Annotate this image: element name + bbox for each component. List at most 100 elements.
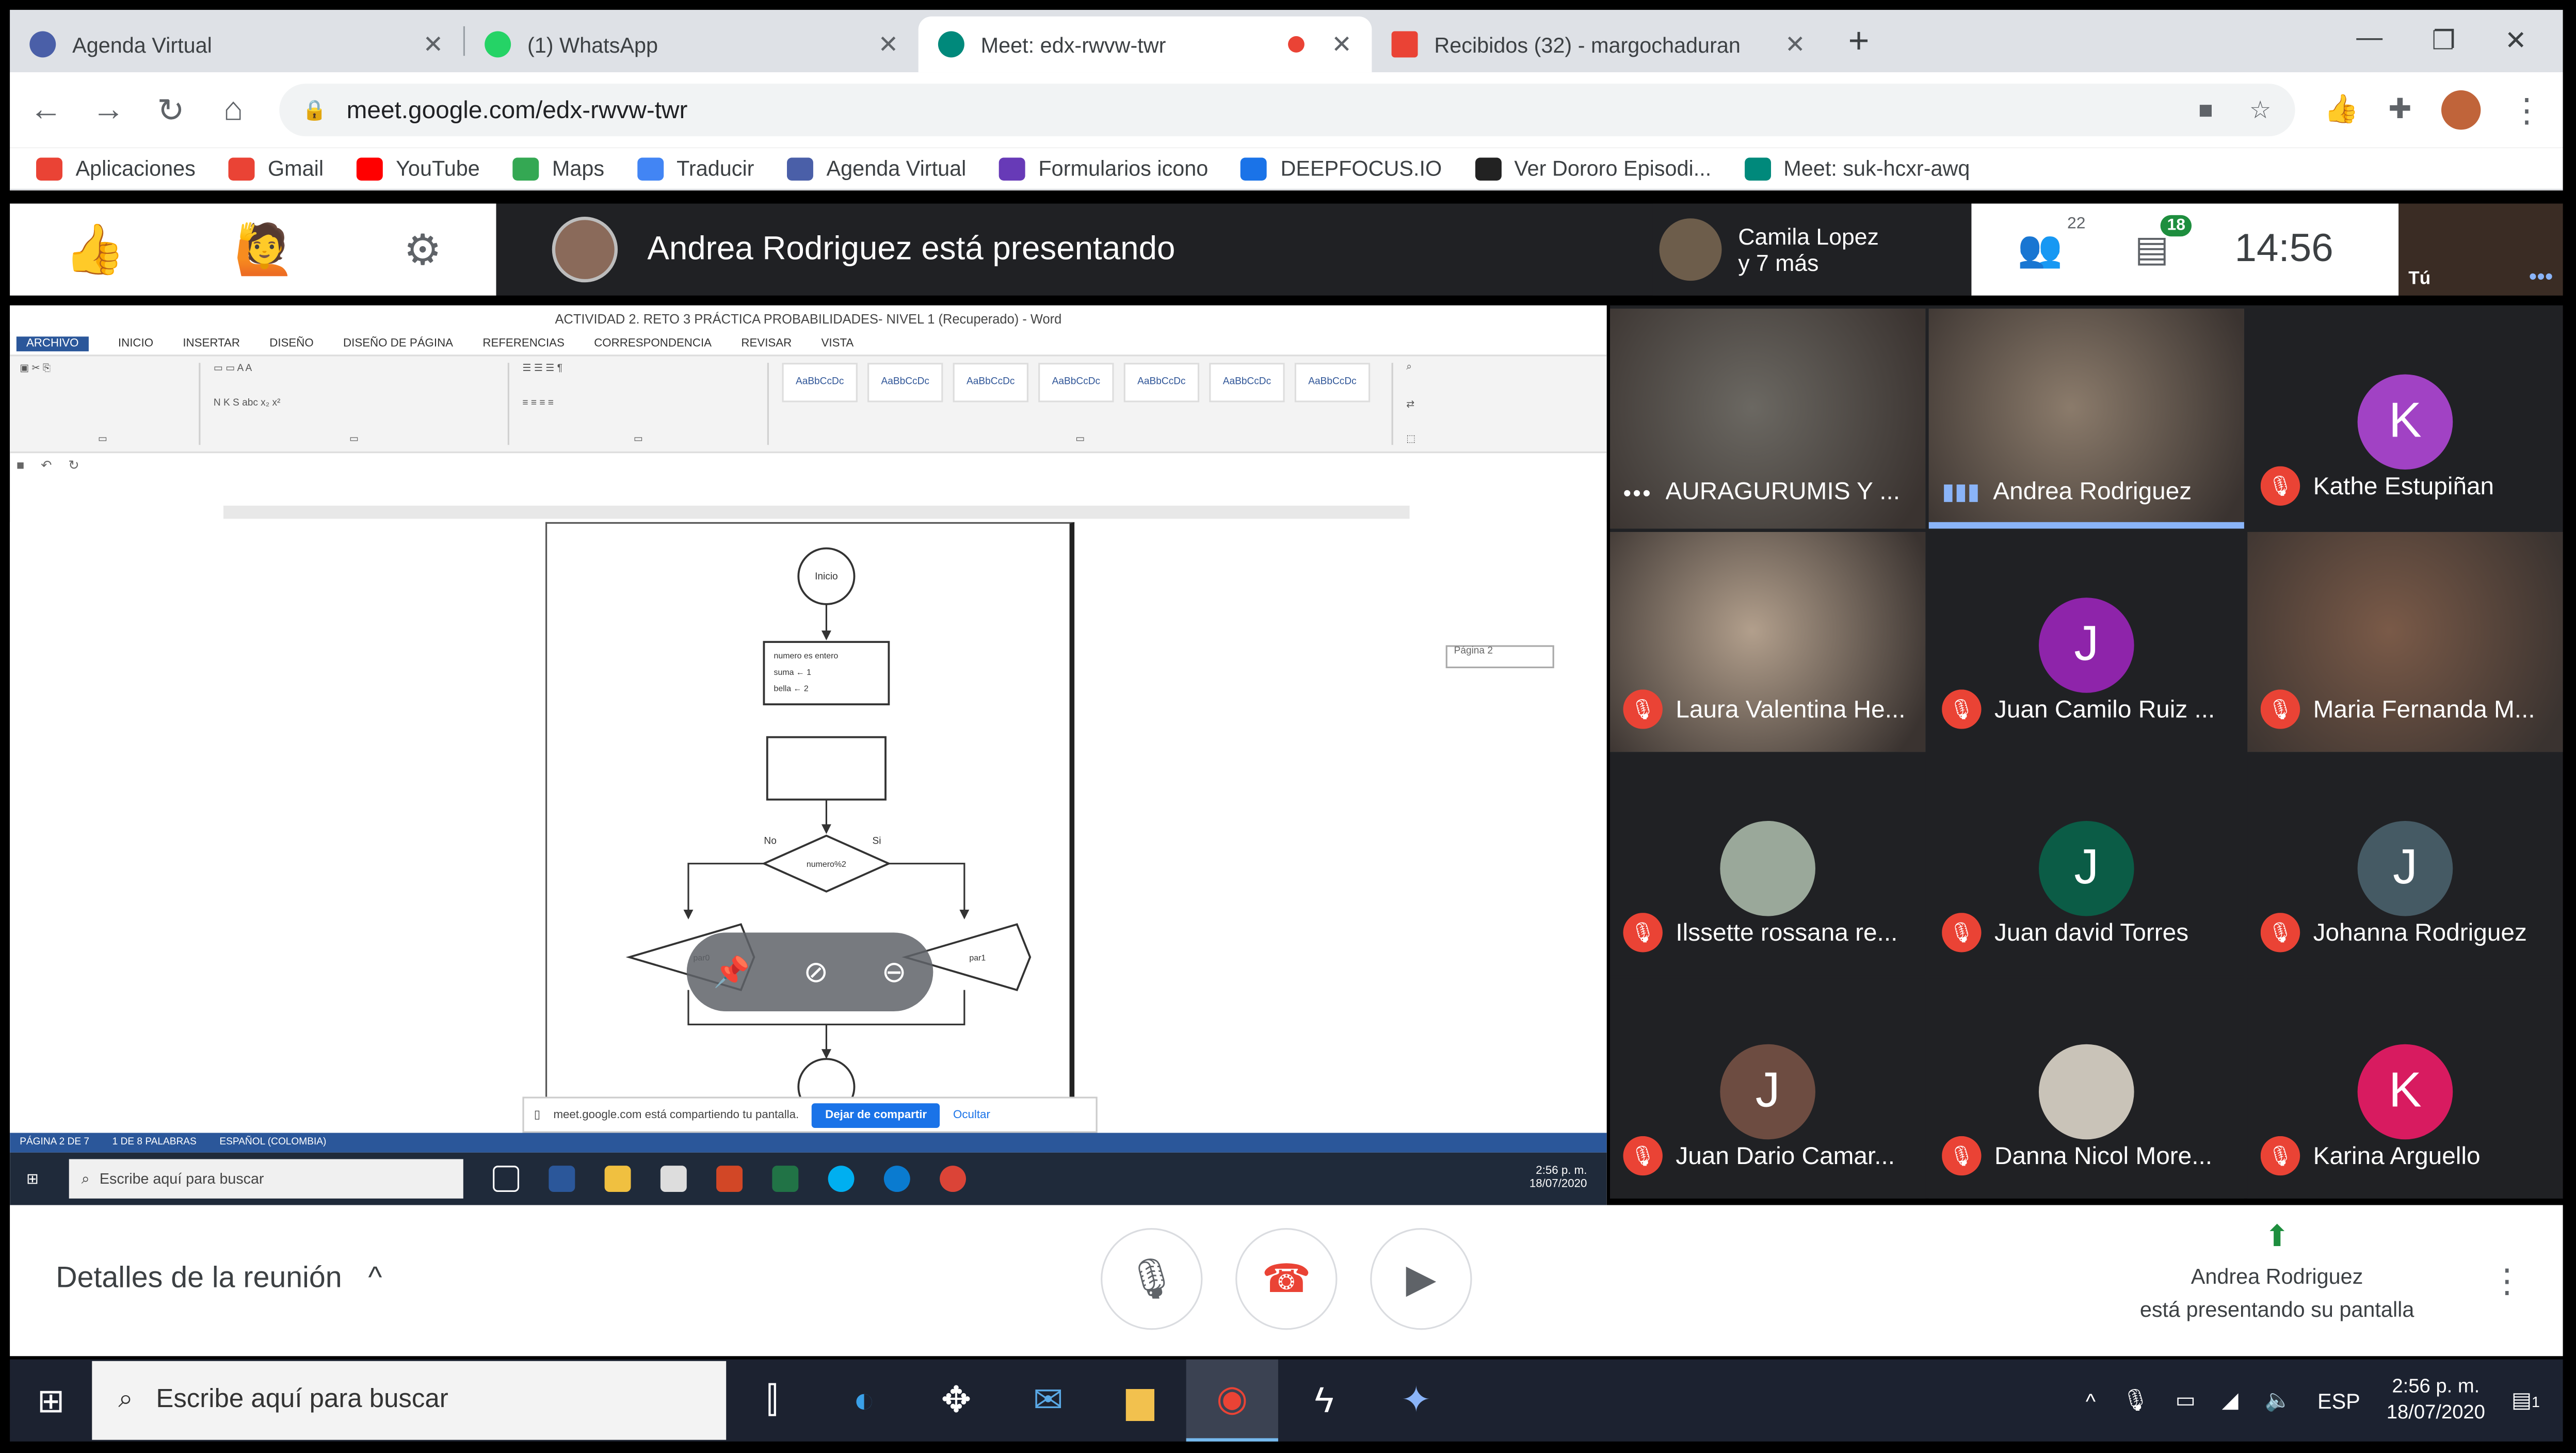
close-window-icon[interactable]: ✕ (2505, 25, 2527, 58)
hang-up-icon: ☎ (1262, 1256, 1311, 1301)
restore-icon[interactable]: ❐ (2432, 25, 2456, 58)
microphone-tray-icon[interactable]: 🎙 (2122, 1387, 2149, 1414)
leave-call-button[interactable]: ☎ (1235, 1228, 1338, 1330)
participant-tile[interactable]: J 🎙 Juan david Torres (1928, 755, 2244, 976)
chrome-icon[interactable]: ◉ (1186, 1359, 1278, 1442)
taskbar-search[interactable]: ⌕ Escribe aquí para buscar (92, 1361, 727, 1440)
mute-overlay-icon[interactable]: ⊘ (803, 955, 828, 989)
battery-icon[interactable]: ▭ (2176, 1387, 2196, 1414)
bookmark-item[interactable]: Meet: suk-hcxr-awq (1744, 156, 1970, 181)
chevron-up-icon[interactable]: ^ (2086, 1388, 2096, 1413)
bookmark-item[interactable]: Aplicaciones (36, 156, 196, 181)
other-participants[interactable]: Camila Lopez y 7 más (1652, 203, 1972, 296)
language-indicator[interactable]: ESP (2317, 1388, 2360, 1413)
chat-button[interactable]: ▤ 18 (2135, 215, 2192, 271)
bookmark-icon (228, 156, 255, 180)
back-icon[interactable]: ← (29, 91, 62, 129)
redo-icon[interactable]: ↻ (68, 457, 79, 472)
hide-button[interactable]: Ocultar (953, 1109, 990, 1120)
thumbs-up-icon[interactable]: 👍 (64, 221, 125, 278)
word-tab: CORRESPONDENCIA (594, 337, 712, 349)
participant-tile[interactable]: J 🎙 Juan Dario Camar... (1610, 978, 1926, 1199)
bookmark-label: Meet: suk-hcxr-awq (1783, 156, 1970, 181)
close-icon[interactable]: ✕ (423, 29, 444, 59)
tab-gmail[interactable]: Recibidos (32) - margochaduran ✕ (1372, 17, 1825, 72)
address-bar[interactable]: 🔒 meet.google.com/edx-rwvw-twr ■ ☆ (279, 84, 2295, 137)
style-swatch[interactable]: AaBbCcDc (1209, 363, 1285, 402)
participant-tile[interactable]: ▮▮▮ Andrea Rodriguez (1928, 309, 2244, 529)
app-icon[interactable]: ✦ (1370, 1360, 1462, 1442)
camera-button[interactable]: ▶ (1370, 1228, 1472, 1330)
save-icon[interactable]: ■ (17, 457, 24, 472)
bookmark-item[interactable]: Maps (512, 156, 604, 181)
raise-hand-icon[interactable]: 🙋 (234, 221, 295, 278)
style-swatch[interactable]: AaBbCcDc (782, 363, 858, 402)
powerpoint-icon (715, 1166, 742, 1192)
notifications-icon[interactable]: ▤1 (2511, 1387, 2540, 1414)
participant-tile[interactable]: J 🎙 Juan Camilo Ruiz ... (1928, 531, 2244, 752)
participant-tile[interactable]: K 🎙 Kathe Estupiñan (2247, 309, 2563, 529)
presenting-status[interactable]: ⬆ Andrea Rodriguez está presentando su p… (2096, 1221, 2457, 1327)
bookmark-item[interactable]: Agenda Virtual (787, 156, 966, 181)
dropbox-icon[interactable]: ✥ (910, 1360, 1002, 1442)
people-button[interactable]: 👥 22 (2018, 215, 2086, 271)
participant-tile[interactable]: 🎙 Danna Nicol More... (1928, 978, 2244, 1199)
bookmark-item[interactable]: Formularios icono (999, 156, 1208, 181)
lock-icon[interactable]: 🔒 (302, 99, 327, 122)
tab-meet[interactable]: Meet: edx-rwvw-twr ✕ (918, 16, 1372, 73)
self-video-tile[interactable]: Tú ••• (2398, 203, 2563, 296)
star-icon[interactable]: ☆ (2249, 95, 2272, 125)
home-icon[interactable]: ⌂ (217, 91, 250, 129)
close-icon[interactable]: ✕ (878, 29, 898, 59)
windows-start-icon[interactable]: ⊞ (10, 1380, 92, 1421)
participant-tile[interactable]: K 🎙 Karina Arguello (2247, 978, 2563, 1199)
participant-tile[interactable]: ••• AURAGURUMIS Y ... (1610, 309, 1926, 529)
menu-icon[interactable]: ⋮ (2510, 89, 2543, 131)
file-explorer-icon[interactable]: ▆ (1094, 1360, 1186, 1442)
microphone-button[interactable]: 🎙 (1101, 1228, 1203, 1330)
minimize-icon[interactable]: — (2356, 25, 2382, 58)
bookmark-item[interactable]: Gmail (228, 156, 324, 181)
edge-icon[interactable]: ◐ (818, 1360, 910, 1442)
close-icon[interactable]: ✕ (1785, 29, 1806, 59)
winamp-icon[interactable]: ϟ (1278, 1360, 1370, 1442)
style-swatch[interactable]: AaBbCcDc (1294, 363, 1371, 402)
participant-tile[interactable]: J 🎙 Johanna Rodriguez (2247, 755, 2563, 976)
bookmark-item[interactable]: DEEPFOCUS.IO (1241, 156, 1442, 181)
remove-icon[interactable]: ⊖ (882, 955, 907, 989)
bookmark-item[interactable]: Traducir (637, 156, 754, 181)
clock[interactable]: 2:56 p. m. 18/07/2020 (2387, 1375, 2485, 1426)
close-icon[interactable]: ✕ (1331, 29, 1352, 59)
undo-icon[interactable]: ↶ (41, 457, 52, 472)
tab-whatsapp[interactable]: (1) WhatsApp ✕ (465, 17, 919, 72)
bookmark-item[interactable]: YouTube (356, 156, 480, 181)
share-notification-bar: ▯ meet.google.com está compartiendo tu p… (522, 1096, 1098, 1133)
flowchart: Inicio numero es entero suma ← 1 bella ←… (625, 547, 1032, 1116)
gear-icon[interactable]: ⚙ (404, 224, 442, 275)
wifi-icon[interactable]: ◢ (2222, 1387, 2239, 1414)
participant-tile[interactable]: 🎙 Laura Valentina He... (1610, 531, 1926, 752)
bookmark-item[interactable]: Ver Dororo Episodi... (1474, 156, 1711, 181)
reload-icon[interactable]: ↻ (154, 89, 187, 131)
task-view-icon[interactable]: ⫿ (726, 1360, 818, 1442)
style-swatch[interactable]: AaBbCcDc (867, 363, 943, 402)
new-tab-button[interactable]: + (1825, 20, 1892, 62)
forward-icon[interactable]: → (92, 91, 125, 129)
profile-avatar[interactable] (2441, 90, 2481, 130)
mail-icon[interactable]: ✉ (1002, 1360, 1094, 1442)
style-swatch[interactable]: AaBbCcDc (953, 363, 1028, 402)
pin-icon[interactable]: 📌 (713, 955, 750, 989)
meeting-details-button[interactable]: Detalles de la reunión ^ (56, 1261, 382, 1296)
tab-agenda-virtual[interactable]: Agenda Virtual ✕ (10, 17, 463, 72)
participant-tile[interactable]: 🎙 Ilssette rossana re... (1610, 755, 1926, 976)
volume-icon[interactable]: 🔈 (2264, 1387, 2291, 1414)
style-swatch[interactable]: AaBbCcDc (1123, 363, 1200, 402)
stop-sharing-button[interactable]: Dejar de compartir (812, 1102, 940, 1127)
more-options-icon[interactable]: ⋮ (2490, 1261, 2523, 1302)
thumbs-up-extension-icon[interactable]: 👍 (2324, 93, 2359, 126)
style-swatch[interactable]: AaBbCcDc (1038, 363, 1114, 402)
participant-tile[interactable]: 🎙 Maria Fernanda M... (2247, 531, 2563, 752)
puzzle-icon[interactable]: ✚ (2388, 93, 2411, 126)
camera-icon[interactable]: ■ (2198, 96, 2213, 124)
more-options-icon[interactable]: ••• (2529, 263, 2553, 289)
